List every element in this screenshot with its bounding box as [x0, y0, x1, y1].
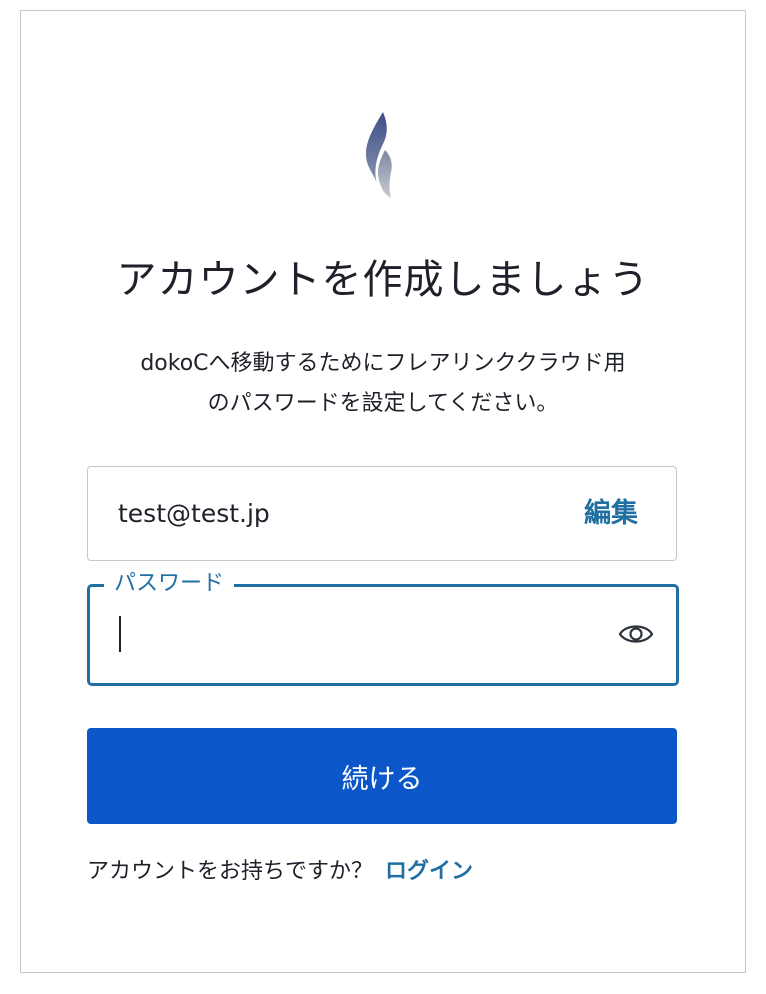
brand-logo: [365, 112, 392, 198]
password-input[interactable]: [118, 613, 588, 657]
edit-email-link[interactable]: 編集: [584, 496, 638, 532]
page-title: アカウントを作成しましょう: [116, 257, 650, 303]
email-display-field: test@test.jp 編集: [87, 466, 677, 561]
text-cursor: [119, 616, 121, 652]
eye-icon[interactable]: [618, 619, 654, 649]
continue-button[interactable]: 続ける: [87, 728, 677, 824]
subtitle-line-1: dokoCへ移動するためにフレアリンククラウド用: [140, 351, 626, 376]
password-label: パスワード: [104, 567, 235, 601]
page-subtitle: dokoCへ移動するためにフレアリンククラウド用 のパスワードを設定してください…: [0, 344, 766, 424]
login-prompt-text: アカウントをお持ちですか？: [87, 859, 374, 884]
login-prompt: アカウントをお持ちですか？ ログイン: [87, 854, 473, 890]
email-value: test@test.jp: [118, 499, 270, 528]
login-link[interactable]: ログイン: [385, 859, 473, 884]
password-field[interactable]: パスワード: [87, 567, 679, 686]
subtitle-line-2: のパスワードを設定してください。: [207, 391, 559, 416]
